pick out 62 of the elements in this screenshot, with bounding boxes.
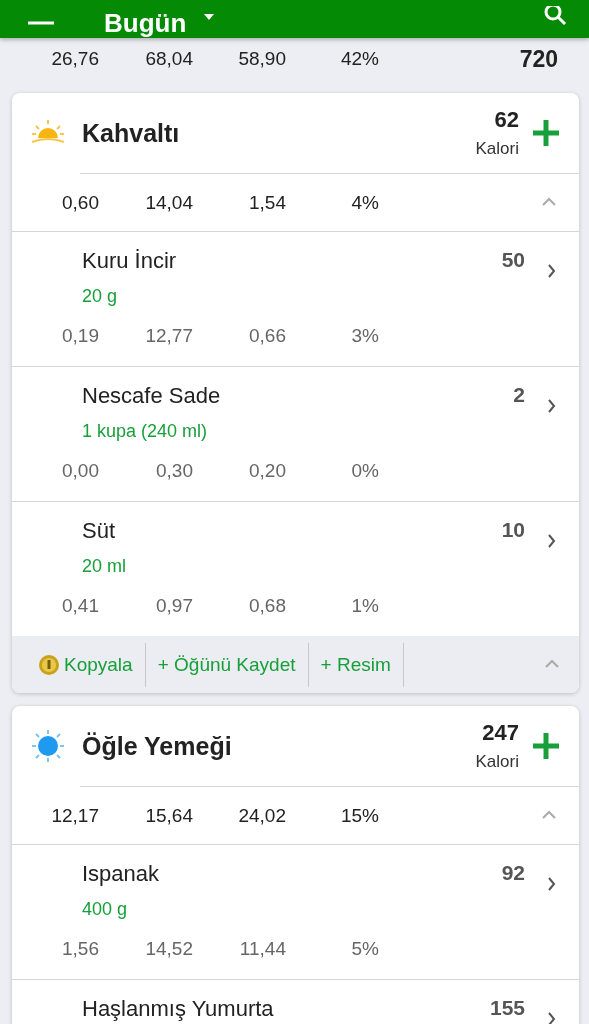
food-amount: 20 g <box>82 286 119 307</box>
macro-value: 24,02 <box>238 804 286 827</box>
macro-value: 42% <box>340 48 379 70</box>
food-calories: 2 <box>513 382 525 408</box>
meal-calories: 247 <box>482 720 519 746</box>
macro-value: 1% <box>351 595 379 617</box>
macro-value: 12,17 <box>51 804 99 827</box>
meal-calories: 62 <box>494 107 519 133</box>
macro-value: 1,54 <box>249 191 286 214</box>
macro-value: 12,77 <box>145 325 193 347</box>
macro-value: 0,97 <box>156 595 193 617</box>
food-name: Ispanak <box>82 861 161 887</box>
food-item[interactable]: Nescafe Sade 1 kupa (240 ml) 0,00 0,30 0,20 0% 2 <box>12 367 579 501</box>
macro-value: 15,64 <box>145 804 193 827</box>
macro-value: 11,44 <box>239 938 286 960</box>
food-calories: 50 <box>501 247 525 273</box>
food-item[interactable]: Süt 20 ml 0,41 0,97 0,68 1% 10 <box>12 502 579 636</box>
macro-value: 0,60 <box>62 191 99 214</box>
dropdown-caret-icon[interactable] <box>202 12 217 22</box>
macro-value: 68,04 <box>145 48 193 70</box>
macro-value: 0,68 <box>249 595 286 617</box>
food-amount: 20 ml <box>82 556 127 577</box>
screen-title: Bugün <box>104 8 187 38</box>
menu-icon[interactable] <box>28 20 54 28</box>
calories-label: Kalori <box>475 752 519 772</box>
search-icon[interactable] <box>543 6 569 28</box>
macro-value: 5% <box>351 938 379 960</box>
macro-value: 58,90 <box>238 48 286 70</box>
total-calories: 720 <box>519 45 558 73</box>
macro-value: 26,76 <box>51 48 99 70</box>
macro-value: 0,19 <box>62 325 99 347</box>
coin-icon <box>38 653 60 676</box>
macro-value: 0,41 <box>62 595 99 617</box>
food-item[interactable]: Haşlanmış Yumurta 155 <box>12 980 579 1024</box>
macro-value: 0,00 <box>62 460 99 482</box>
macro-value: 14,04 <box>145 191 193 214</box>
macro-value: 0% <box>351 460 379 482</box>
macro-value: 3% <box>351 325 379 347</box>
macro-value: 14,52 <box>145 938 193 960</box>
calories-label: Kalori <box>475 139 519 159</box>
food-name: Haşlanmış Yumurta <box>82 996 275 1022</box>
macro-value: 15% <box>340 804 379 827</box>
food-amount: 400 g <box>82 899 129 920</box>
food-amount: 1 kupa (240 ml) <box>82 421 209 442</box>
meal-title: Öğle Yemeği <box>82 731 233 761</box>
macro-value: 0,66 <box>249 325 286 347</box>
food-name: Süt <box>82 518 117 544</box>
food-item[interactable]: Ispanak 400 g 1,56 14,52 11,44 5% 92 <box>12 845 579 979</box>
food-calories: 10 <box>501 517 525 543</box>
macro-value: 0,30 <box>156 460 193 482</box>
add-icon[interactable] <box>531 118 561 148</box>
food-calories: 92 <box>501 860 525 886</box>
food-name: Nescafe Sade <box>82 383 222 409</box>
food-calories: 155 <box>489 995 525 1021</box>
sun-icon <box>30 728 66 764</box>
macro-value: 4% <box>351 191 379 214</box>
food-name: Kuru İncir <box>82 248 178 274</box>
macro-value: 0,20 <box>249 460 286 482</box>
meal-title: Kahvaltı <box>82 118 181 148</box>
food-item[interactable]: Kuru İncir 20 g 0,19 12,77 0,66 3% 50 <box>12 232 579 366</box>
add-icon[interactable] <box>531 731 561 761</box>
macro-value: 1,56 <box>62 938 99 960</box>
